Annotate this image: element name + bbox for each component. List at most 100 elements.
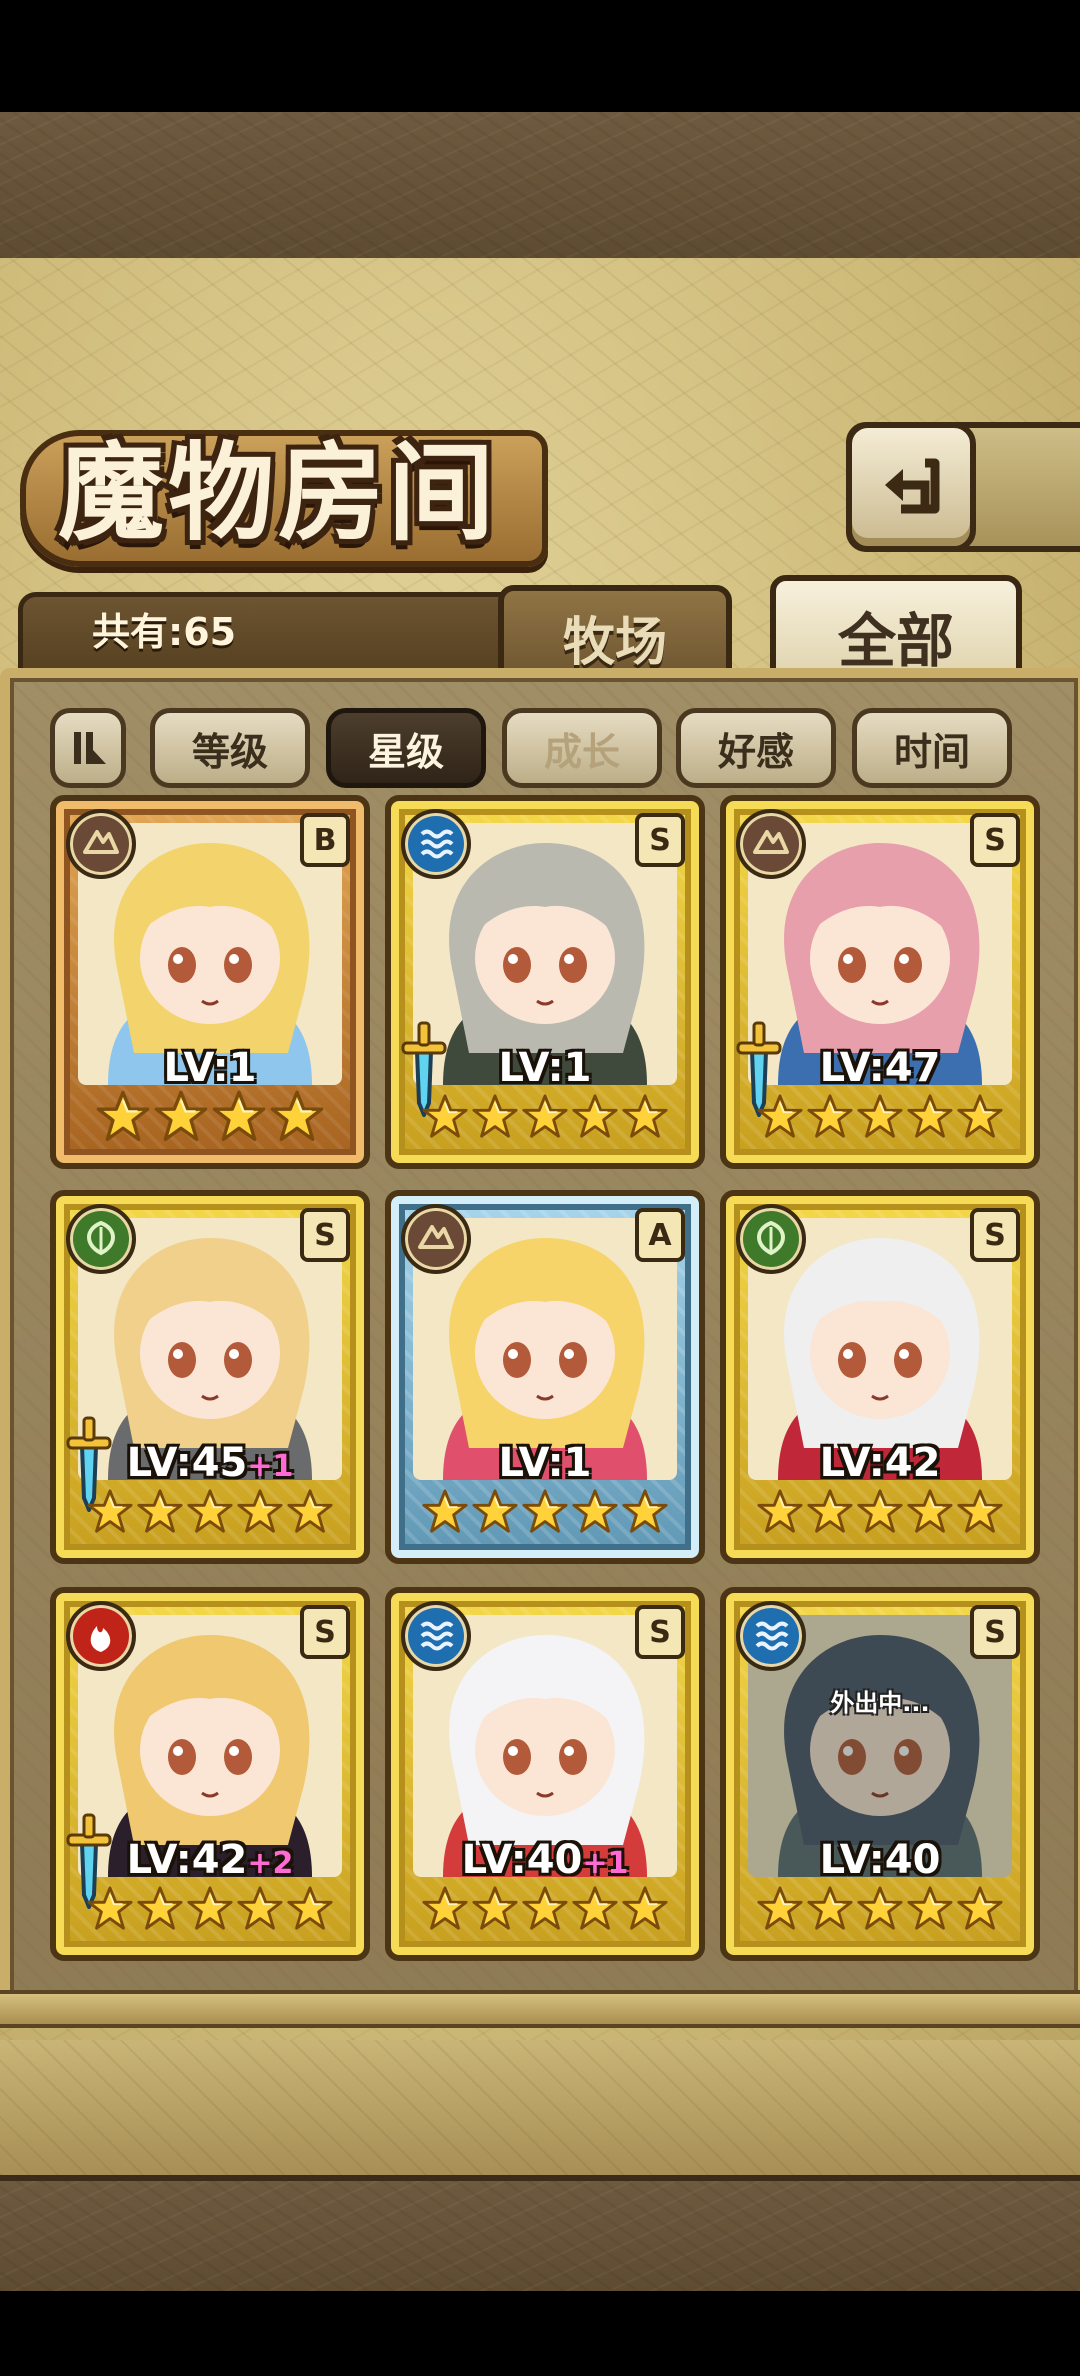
star-icon (422, 1886, 468, 1930)
water-element-icon (420, 1621, 454, 1651)
monster-card[interactable]: 外出中... S LV:40 (720, 1587, 1040, 1961)
star-icon (572, 1489, 618, 1533)
level-value: LV:42 (819, 1440, 941, 1486)
star-icon (237, 1489, 283, 1533)
star-icon (522, 1094, 568, 1138)
back-button[interactable] (846, 422, 976, 552)
leaf-element-icon (757, 1220, 785, 1256)
star-icon (572, 1094, 618, 1138)
star-rating (421, 1484, 669, 1548)
star-rating (421, 1089, 669, 1153)
level-value: LV:40 (819, 1837, 941, 1883)
star-icon (622, 1886, 668, 1930)
star-icon (757, 1094, 803, 1138)
level-label: LV:45+1 (56, 1440, 364, 1486)
element-badge (736, 1204, 806, 1274)
panel-bottom-strip (0, 2040, 1080, 2175)
rank-badge: S (970, 1605, 1020, 1659)
level-value: LV:45 (126, 1440, 248, 1486)
water-element-icon (755, 1621, 789, 1651)
level-bonus: +1 (582, 1846, 629, 1881)
star-icon (187, 1886, 233, 1930)
water-element-icon (420, 829, 454, 859)
level-label: LV:47 (726, 1045, 1034, 1091)
fire-element-icon (90, 1626, 111, 1652)
element-badge (736, 1601, 806, 1671)
element-badge (66, 1204, 136, 1274)
star-icon (757, 1489, 803, 1533)
sort-affection-button[interactable]: 好感 (676, 708, 836, 788)
level-bonus: +2 (247, 1846, 294, 1881)
element-badge (66, 1601, 136, 1671)
monster-card[interactable]: S LV:45+1 (50, 1190, 370, 1564)
rank-badge: A (635, 1208, 685, 1262)
sort-order-toggle[interactable] (50, 708, 126, 788)
star-icon (857, 1489, 903, 1533)
monster-card[interactable]: S LV:47 (720, 795, 1040, 1169)
sort-time-button[interactable]: 时间 (852, 708, 1012, 788)
rank-badge: S (300, 1605, 350, 1659)
star-icon (957, 1489, 1003, 1533)
star-icon (422, 1489, 468, 1533)
monster-card[interactable]: S LV:42 (720, 1190, 1040, 1564)
level-value: LV:1 (498, 1440, 592, 1486)
leaf-element-icon (87, 1220, 115, 1256)
element-badge (401, 1204, 471, 1274)
star-icon (622, 1489, 668, 1533)
element-badge (66, 809, 136, 879)
star-icon (287, 1886, 333, 1930)
map-background-bottom (0, 2175, 1080, 2291)
level-value: LV:1 (163, 1045, 257, 1091)
page-title: 魔物房间 (58, 430, 498, 555)
star-icon (857, 1094, 903, 1138)
earth-element-icon (753, 830, 789, 854)
return-arrow-icon (885, 458, 940, 514)
element-badge (401, 809, 471, 879)
star-rating (756, 1089, 1004, 1153)
monster-card[interactable]: S LV:40+1 (385, 1587, 705, 1961)
rank-badge: S (635, 1605, 685, 1659)
star-icon (907, 1886, 953, 1930)
level-label: LV:42 (726, 1440, 1034, 1486)
star-rating (756, 1881, 1004, 1945)
monster-card[interactable]: B LV:1 (50, 795, 370, 1169)
monster-card[interactable]: S LV:1 (385, 795, 705, 1169)
star-icon (522, 1886, 568, 1930)
star-icon (187, 1489, 233, 1533)
star-icon (270, 1090, 324, 1142)
monster-card[interactable]: S LV:42+2 (50, 1587, 370, 1961)
star-icon (87, 1489, 133, 1533)
level-value: LV:47 (819, 1045, 941, 1091)
star-icon (472, 1094, 518, 1138)
star-icon (287, 1489, 333, 1533)
sort-star-button[interactable]: 星级 (326, 708, 486, 788)
element-badge (736, 809, 806, 879)
star-icon (137, 1886, 183, 1930)
level-label: LV:40+1 (391, 1837, 699, 1883)
star-icon (212, 1090, 266, 1142)
star-icon (957, 1094, 1003, 1138)
earth-element-icon (418, 1225, 454, 1249)
rank-badge: S (635, 813, 685, 867)
star-rating (756, 1484, 1004, 1548)
level-label: LV:1 (56, 1045, 364, 1091)
rank-badge: B (300, 813, 350, 867)
level-value: LV:42 (126, 1837, 248, 1883)
grid-frame-bottom-rail (0, 1990, 1080, 2028)
status-label: 外出中... (830, 1689, 930, 1717)
sort-growth-button[interactable]: 成长 (502, 708, 662, 788)
sort-level-button[interactable]: 等级 (150, 708, 310, 788)
level-value: LV:1 (498, 1045, 592, 1091)
star-icon (96, 1090, 150, 1142)
level-label: LV:40 (726, 1837, 1034, 1883)
star-icon (907, 1489, 953, 1533)
star-icon (422, 1094, 468, 1138)
level-value: LV:40 (461, 1837, 583, 1883)
star-icon (522, 1489, 568, 1533)
level-label: LV:1 (391, 1045, 699, 1091)
star-rating (86, 1881, 334, 1945)
star-icon (957, 1886, 1003, 1930)
monster-card[interactable]: A LV:1 (385, 1190, 705, 1564)
total-count: 共有:65 (92, 610, 237, 654)
star-rating (86, 1484, 334, 1548)
